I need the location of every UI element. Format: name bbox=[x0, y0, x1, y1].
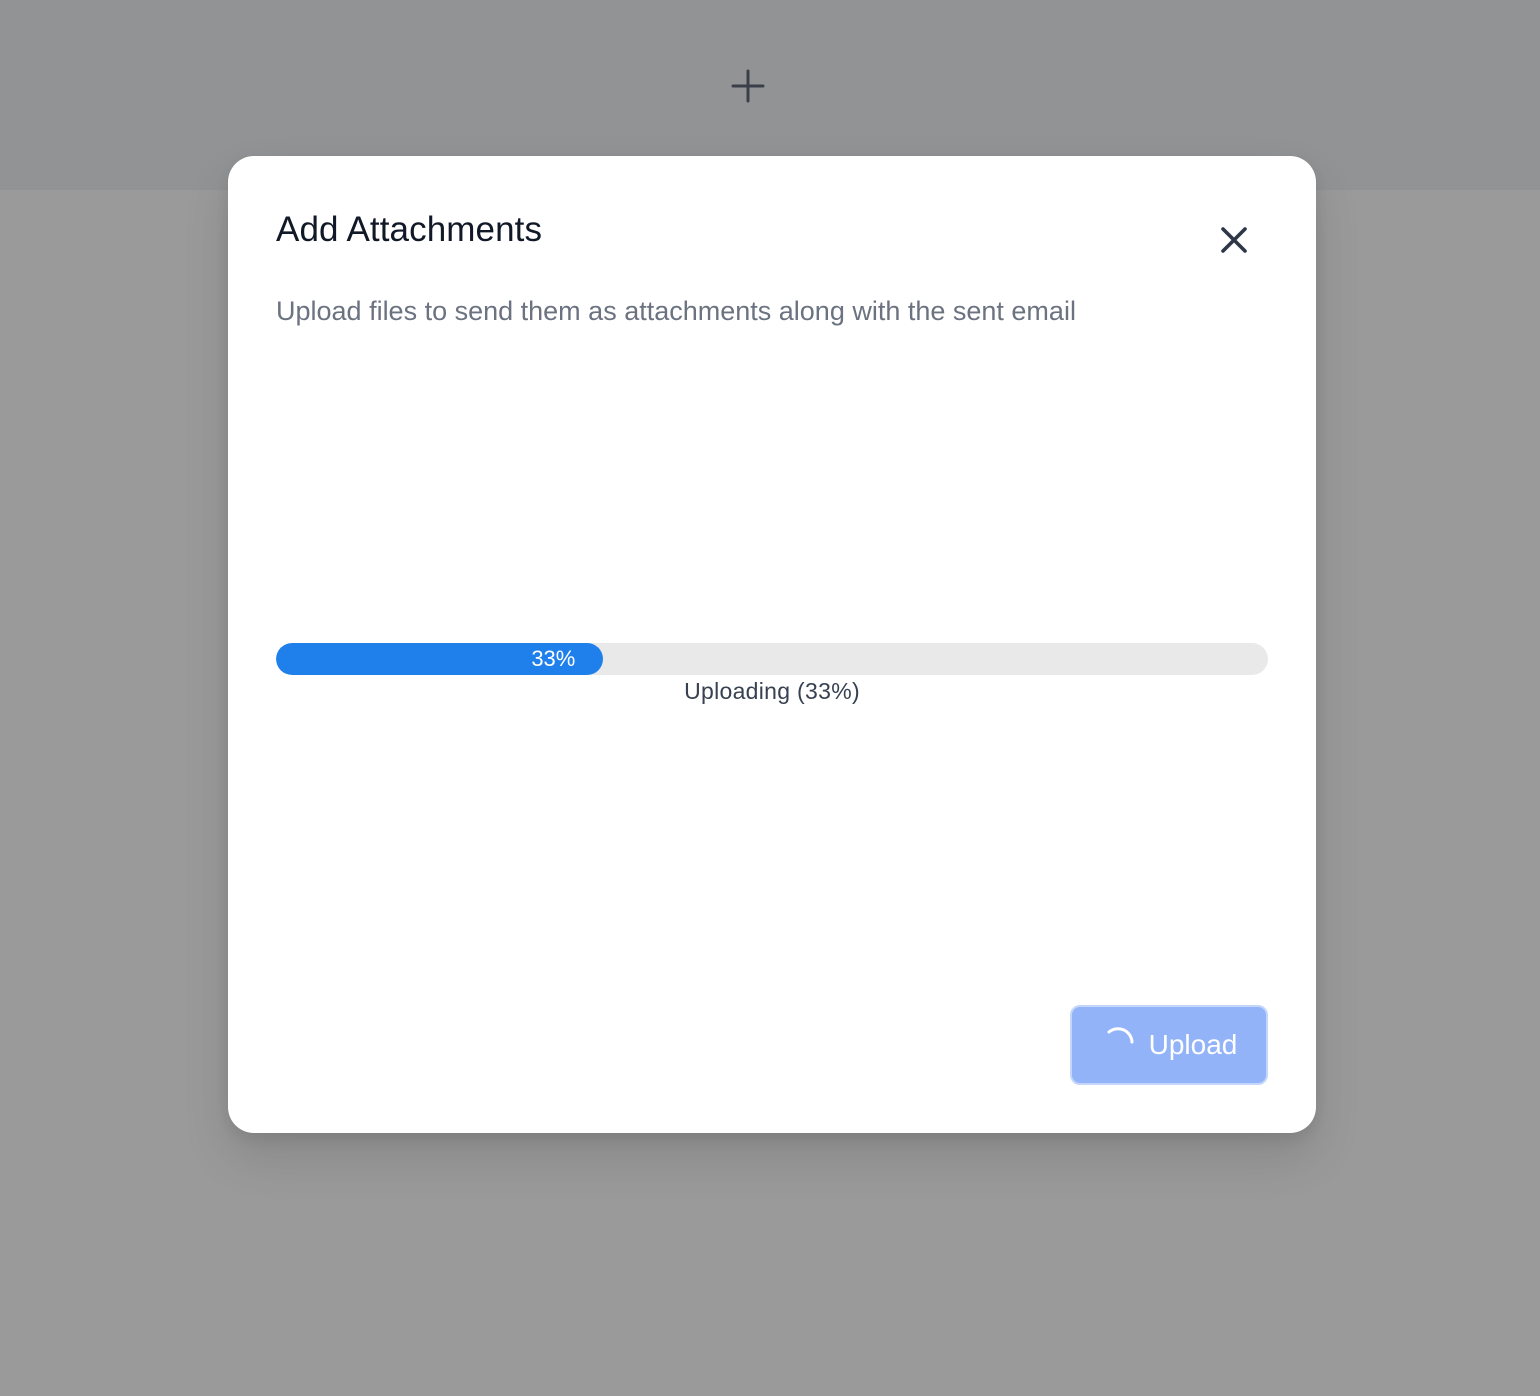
dialog-description: Upload files to send them as attachments… bbox=[276, 296, 1076, 326]
upload-status-text: Uploading (33%) bbox=[684, 678, 860, 704]
progress-percent-label: 33% bbox=[531, 646, 576, 671]
dialog-title: Add Attachments bbox=[276, 210, 543, 249]
upload-button-label: Upload bbox=[1148, 1029, 1238, 1060]
spinner-icon bbox=[1107, 1027, 1134, 1044]
close-icon bbox=[1221, 227, 1247, 253]
progress-fill: 33% bbox=[276, 643, 604, 675]
add-attachments-dialog: Add Attachments Upload files to send the… bbox=[228, 156, 1316, 1133]
plus-icon[interactable] bbox=[731, 69, 765, 103]
upload-progress-bar: 33% bbox=[276, 643, 1268, 675]
close-button[interactable] bbox=[1212, 218, 1256, 262]
upload-button[interactable]: Upload bbox=[1070, 1005, 1268, 1085]
